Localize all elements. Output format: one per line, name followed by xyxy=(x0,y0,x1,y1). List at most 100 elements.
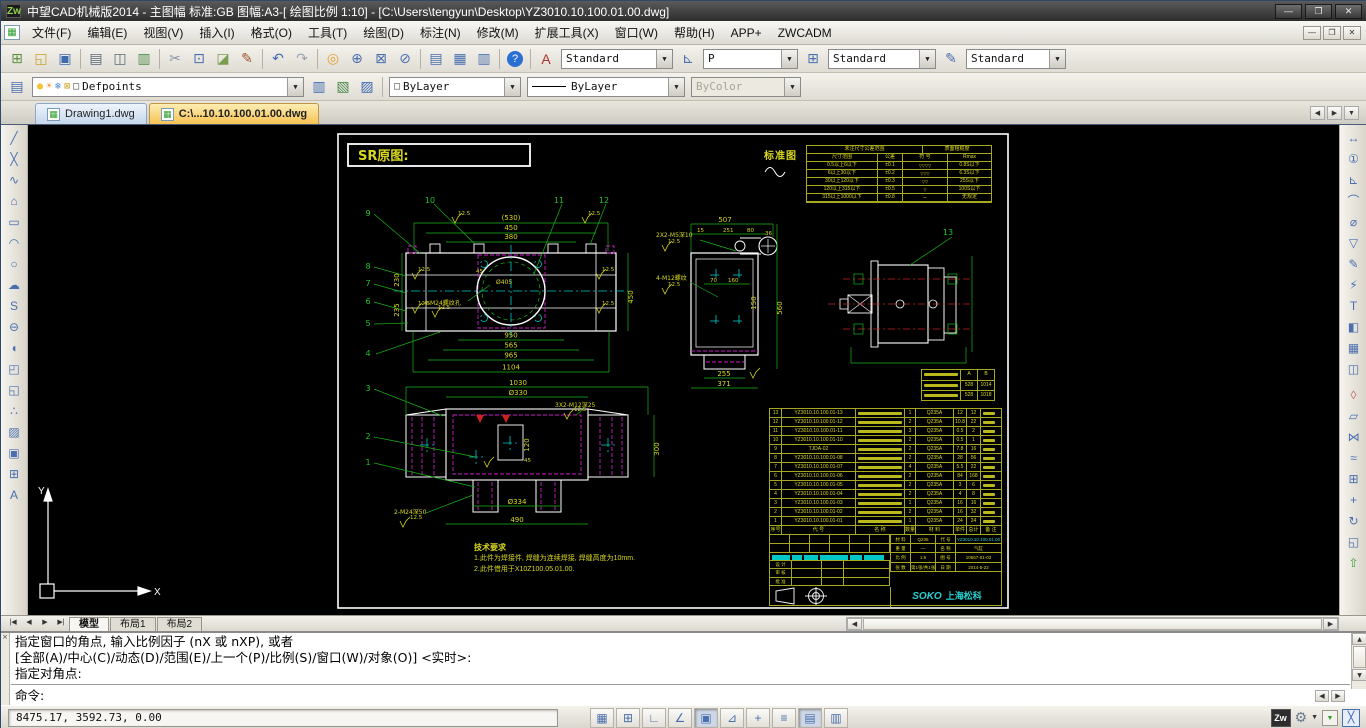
toolbar-button[interactable]: ◫ xyxy=(108,48,132,70)
drawing-canvas[interactable]: SR原图: Y X xyxy=(28,125,1339,615)
modify-tool-button[interactable]: ⌒ xyxy=(1343,190,1365,211)
toolbar-button[interactable] xyxy=(159,49,160,69)
modify-tool-button[interactable]: ◧ xyxy=(1343,316,1365,337)
layout-nav-button[interactable]: ▶ xyxy=(37,617,53,630)
layout-nav-button[interactable]: |◀ xyxy=(5,617,21,630)
modify-tool-button[interactable]: ◱ xyxy=(1343,531,1365,552)
command-history[interactable]: 指定窗口的角点, 输入比例因子 (nX 或 nXP), 或者 [全部(A)/中心… xyxy=(11,633,1350,685)
toolbar-button[interactable]: ◪ xyxy=(211,48,235,70)
clean-screen-icon[interactable]: ╳ xyxy=(1342,709,1360,727)
menu-item[interactable]: 标注(N) xyxy=(412,21,469,44)
layout-tab[interactable]: 模型 xyxy=(69,617,109,631)
menu-item[interactable]: 插入(I) xyxy=(191,21,242,44)
toolbar-button[interactable]: ↶ xyxy=(266,48,290,70)
draw-tool-button[interactable]: ◖ xyxy=(3,337,25,358)
chevron-down-icon[interactable]: ▼ xyxy=(504,78,520,96)
modify-tool-button[interactable]: ✎ xyxy=(1343,253,1365,274)
command-input[interactable]: 命令: xyxy=(11,687,44,706)
menu-item[interactable]: 帮助(H) xyxy=(666,21,723,44)
menu-item[interactable]: 文件(F) xyxy=(24,21,79,44)
draw-tool-button[interactable]: ☁ xyxy=(3,274,25,295)
canvas-horizontal-scrollbar[interactable]: ◀ ▶ xyxy=(846,617,1339,631)
chevron-down-icon[interactable]: ▼ xyxy=(781,50,797,68)
modify-tool-button[interactable]: ▽ xyxy=(1343,232,1365,253)
toolbar-button[interactable]: ⊕ xyxy=(345,48,369,70)
layout-nav-button[interactable]: ◀ xyxy=(21,617,37,630)
annotation-scale-dropdown[interactable]: ▼ xyxy=(1322,710,1338,726)
file-tab[interactable]: ▦ Drawing1.dwg xyxy=(35,103,147,124)
menu-item[interactable]: 视图(V) xyxy=(135,21,191,44)
tab-nav-button[interactable]: ▼ xyxy=(1344,106,1359,120)
toolbar-button[interactable]: ? xyxy=(503,48,527,70)
scroll-up-icon[interactable]: ▲ xyxy=(1352,633,1366,645)
modify-tool-button[interactable]: ⚡ xyxy=(1343,274,1365,295)
dim-style-combo[interactable]: P▼ xyxy=(703,49,798,69)
menu-item[interactable]: 窗口(W) xyxy=(607,21,666,44)
draw-tool-button[interactable]: ∿ xyxy=(3,169,25,190)
mdi-control-button[interactable]: ❐ xyxy=(1323,26,1341,40)
command-grip[interactable]: × xyxy=(1,633,10,707)
modify-tool-button[interactable]: ⌀ xyxy=(1343,211,1365,232)
draw-tool-button[interactable]: ∴ xyxy=(3,400,25,421)
draw-tool-button[interactable]: ⊞ xyxy=(3,463,25,484)
scrollbar-thumb[interactable] xyxy=(863,618,1322,630)
status-toggle-button[interactable]: ∠ xyxy=(668,708,692,728)
toolbar-button[interactable]: ▦ xyxy=(448,48,472,70)
status-toggle-button[interactable]: ≡ xyxy=(772,708,796,728)
toolbar-button[interactable]: ▤ xyxy=(424,48,448,70)
menu-item[interactable]: APP+ xyxy=(723,23,770,43)
toolbar-button[interactable]: ▣ xyxy=(53,48,77,70)
draw-tool-button[interactable]: ╳ xyxy=(3,148,25,169)
draw-tool-button[interactable]: ▭ xyxy=(3,211,25,232)
chevron-down-icon[interactable]: ▼ xyxy=(656,50,672,68)
modify-tool-button[interactable]: ↻ xyxy=(1343,510,1365,531)
modify-tool-button[interactable]: + xyxy=(1343,489,1365,510)
chevron-down-icon[interactable]: ▼ xyxy=(668,78,684,96)
layer-state-icon[interactable]: ❄ xyxy=(55,81,61,92)
layout-tab[interactable]: 布局2 xyxy=(157,617,203,631)
layout-tab[interactable]: 布局1 xyxy=(110,617,156,631)
layout-nav-button[interactable]: ▶| xyxy=(53,617,69,630)
menu-item[interactable]: 编辑(E) xyxy=(79,21,135,44)
gear-icon[interactable]: ⚙ xyxy=(1295,709,1308,726)
draw-tool-button[interactable]: A xyxy=(3,484,25,505)
modify-tool-button[interactable]: ⊾ xyxy=(1343,169,1365,190)
menu-item[interactable]: 格式(O) xyxy=(243,21,300,44)
mleader-style-combo[interactable]: Standard▼ xyxy=(966,49,1066,69)
linetype-combo[interactable]: ByLayer▼ xyxy=(527,77,685,97)
chevron-down-icon[interactable]: ▼ xyxy=(1049,50,1065,68)
draw-tool-button[interactable]: ◱ xyxy=(3,379,25,400)
draw-tool-button[interactable]: ▨ xyxy=(3,421,25,442)
modify-tool-button[interactable]: ▱ xyxy=(1343,405,1365,426)
draw-tool-button[interactable]: ◰ xyxy=(3,358,25,379)
toolbar-button[interactable]: ⊡ xyxy=(187,48,211,70)
mdi-control-button[interactable]: ✕ xyxy=(1343,26,1361,40)
toolbar-button[interactable]: ◎ xyxy=(321,48,345,70)
layer-state-icon[interactable]: ● xyxy=(37,81,43,92)
window-control-button[interactable]: ❐ xyxy=(1305,4,1332,19)
tab-nav-button[interactable]: ▶ xyxy=(1327,106,1342,120)
window-control-button[interactable]: ✕ xyxy=(1335,4,1362,19)
scroll-right-icon[interactable]: ▶ xyxy=(1331,690,1345,702)
modify-tool-button[interactable]: ⇧ xyxy=(1343,552,1365,573)
draw-tool-button[interactable]: ⊖ xyxy=(3,316,25,337)
toolbar-button[interactable] xyxy=(499,49,500,69)
window-control-button[interactable]: — xyxy=(1275,4,1302,19)
modify-tool-button[interactable]: ⊞ xyxy=(1343,468,1365,489)
toolbar-button[interactable]: ⊞ xyxy=(5,48,29,70)
modify-tool-button[interactable]: ↔ xyxy=(1343,127,1365,148)
scroll-right-icon[interactable]: ▶ xyxy=(1323,618,1338,630)
status-toggle-button[interactable]: ▥ xyxy=(824,708,848,728)
toolbar-button[interactable] xyxy=(262,49,263,69)
toolbar-button[interactable]: ✎ xyxy=(235,48,259,70)
draw-tool-button[interactable]: S xyxy=(3,295,25,316)
toolbar-button[interactable]: ⊘ xyxy=(393,48,417,70)
status-toggle-button[interactable]: ⊞ xyxy=(616,708,640,728)
status-toggle-button[interactable]: ▦ xyxy=(590,708,614,728)
scroll-left-icon[interactable]: ◀ xyxy=(847,618,862,630)
scroll-down-icon[interactable]: ▼ xyxy=(1352,669,1366,681)
chevron-down-icon[interactable]: ▼ xyxy=(1311,714,1318,721)
scrollbar-thumb[interactable] xyxy=(1353,646,1366,668)
draw-tool-button[interactable]: ╱ xyxy=(3,127,25,148)
chevron-down-icon[interactable]: ▼ xyxy=(919,50,935,68)
